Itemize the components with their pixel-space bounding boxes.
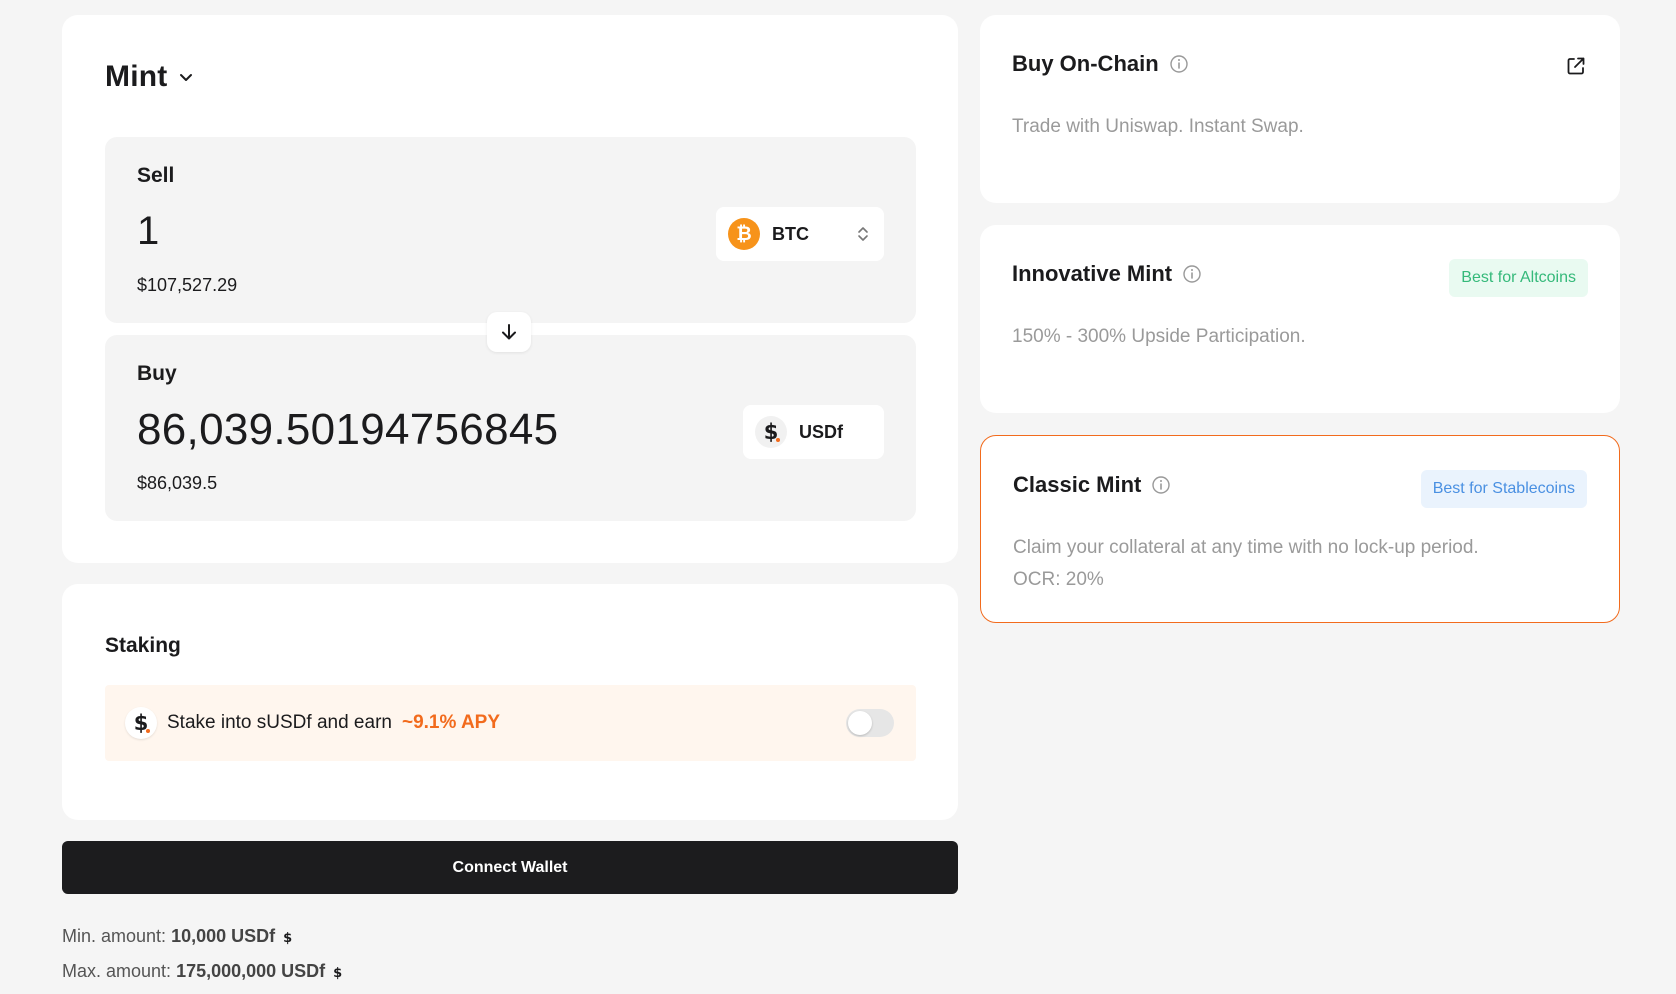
option-badge: Best for Altcoins	[1449, 259, 1588, 297]
stake-text: Stake into sUSDf and earn	[167, 712, 392, 733]
buy-token-name: USDf	[799, 421, 843, 442]
mint-title: Mint	[105, 60, 168, 93]
option-header: Classic Mint	[1013, 472, 1171, 498]
external-link-icon[interactable]	[1565, 55, 1587, 77]
chevron-updown-icon	[858, 227, 868, 241]
usdf-dollar-icon: $	[125, 707, 157, 739]
option-description: Claim your collateral at any time with n…	[1013, 532, 1479, 596]
option-ocr: OCR: 20%	[1013, 569, 1104, 590]
sell-panel: Sell $107,527.29 ₿ BTC	[105, 137, 916, 323]
min-amount-label: Min. amount:	[62, 926, 167, 946]
sell-token-name: BTC	[772, 223, 809, 244]
bitcoin-icon: ₿	[728, 218, 760, 250]
buy-token-select[interactable]: $ USDf	[743, 405, 884, 459]
swap-direction-button[interactable]	[487, 312, 531, 352]
staking-card: Staking $ Stake into sUSDf and earn ~9.1…	[62, 584, 958, 820]
usdf-dollar-icon: $	[283, 931, 293, 946]
info-icon[interactable]	[1151, 475, 1171, 495]
chevron-down-icon	[180, 74, 193, 81]
stake-apy: ~9.1% APY	[401, 712, 501, 733]
stake-option-row: $ Stake into sUSDf and earn ~9.1% APY	[105, 685, 916, 761]
min-amount-line: Min. amount: 10,000 USDf $	[62, 920, 342, 955]
staking-title: Staking	[105, 634, 181, 657]
option-buy-on-chain[interactable]: Buy On-Chain Trade with Uniswap. Instant…	[980, 15, 1620, 203]
toggle-knob	[848, 711, 872, 735]
min-amount-value: 10,000 USDf	[171, 926, 276, 946]
option-title: Classic Mint	[1013, 472, 1142, 497]
info-icon[interactable]	[1182, 264, 1202, 284]
usdf-dollar-icon: $	[333, 966, 343, 981]
buy-panel: Buy $86,039.5 $ USDf	[105, 335, 916, 521]
option-classic-mint[interactable]: Classic Mint Best for Stablecoins Claim …	[980, 435, 1620, 623]
option-description: 150% - 300% Upside Participation.	[1012, 326, 1306, 347]
max-amount-line: Max. amount: 175,000,000 USDf $	[62, 955, 342, 990]
info-icon[interactable]	[1169, 54, 1189, 74]
option-description-line: Claim your collateral at any time with n…	[1013, 537, 1479, 558]
max-amount-value: 175,000,000 USDf	[176, 961, 326, 981]
mint-card: Mint Sell $107,527.29 ₿ BTC Buy $86,039.…	[62, 15, 958, 563]
stake-toggle[interactable]	[846, 709, 894, 737]
option-innovative-mint[interactable]: Innovative Mint Best for Altcoins 150% -…	[980, 225, 1620, 413]
option-badge: Best for Stablecoins	[1420, 470, 1587, 508]
usdf-dollar-icon: $	[755, 416, 787, 448]
buy-amount-input[interactable]	[137, 405, 697, 455]
sell-label: Sell	[137, 164, 175, 187]
mint-mode-dropdown[interactable]: Mint	[105, 60, 195, 94]
sell-usd-value: $107,527.29	[137, 275, 238, 295]
amount-limits: Min. amount: 10,000 USDf $ Max. amount: 1…	[62, 920, 342, 990]
buy-label: Buy	[137, 362, 177, 385]
arrow-down-icon	[502, 324, 516, 340]
sell-token-select[interactable]: ₿ BTC	[716, 207, 884, 261]
sell-amount-input[interactable]	[137, 209, 697, 254]
max-amount-label: Max. amount:	[62, 961, 172, 981]
option-description: Trade with Uniswap. Instant Swap.	[1012, 116, 1304, 137]
option-header: Buy On-Chain	[1012, 51, 1189, 77]
option-header: Innovative Mint	[1012, 261, 1202, 287]
option-title: Buy On-Chain	[1012, 51, 1159, 76]
connect-wallet-button[interactable]: Connect Wallet	[62, 841, 958, 894]
option-title: Innovative Mint	[1012, 261, 1173, 286]
buy-usd-value: $86,039.5	[137, 473, 218, 493]
